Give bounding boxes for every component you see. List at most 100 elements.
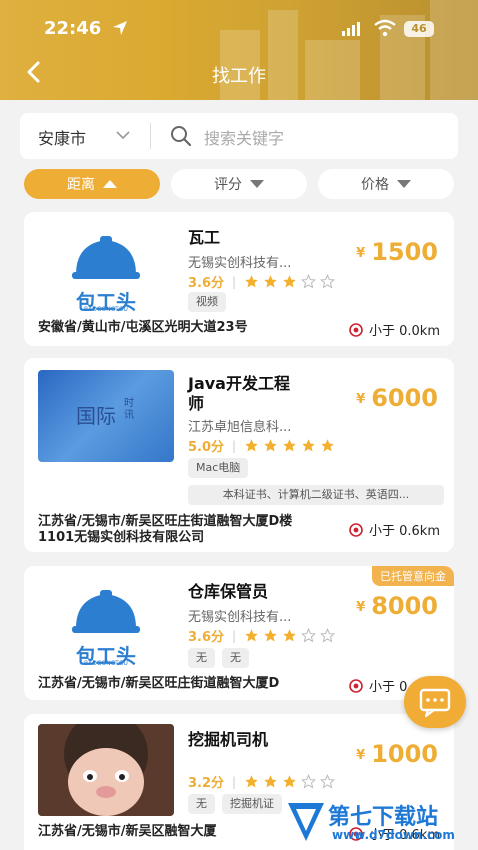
rating-score: 3.6分 bbox=[188, 630, 225, 645]
rating-score: 3.2分 bbox=[188, 776, 225, 791]
search-icon[interactable] bbox=[170, 125, 192, 147]
job-title: Java开发工程师 bbox=[188, 374, 290, 413]
separator: | bbox=[232, 438, 237, 453]
star-filled-icon bbox=[283, 775, 296, 788]
rating-score: 5.0分 bbox=[188, 440, 225, 455]
job-address: 江苏省/无锡市/新吴区旺庄街道融智大厦D楼1101无锡实创科技有限公司 bbox=[38, 514, 293, 545]
watermark-url: www.d7down.com bbox=[332, 828, 455, 842]
star-filled-icon bbox=[245, 439, 258, 452]
star-filled-icon bbox=[264, 775, 277, 788]
job-title: 瓦工 bbox=[188, 228, 221, 247]
salary-value: 8000 bbox=[371, 592, 438, 620]
job-card[interactable]: 已托管意向金 包工头 BAOGONGTOU 仓库保管员 无锡实创科技有... ¥… bbox=[24, 566, 454, 700]
separator: | bbox=[232, 628, 237, 643]
job-tag: 无 bbox=[222, 648, 249, 668]
star-filled-icon bbox=[321, 439, 334, 452]
chat-button[interactable] bbox=[404, 676, 466, 728]
star-filled-icon bbox=[302, 439, 315, 452]
salary-value: 6000 bbox=[371, 384, 438, 412]
salary: ¥1500 bbox=[356, 238, 438, 266]
company-logo: 国际 时讯 bbox=[38, 370, 174, 462]
escrow-badge: 已托管意向金 bbox=[372, 566, 454, 586]
job-title: 仓库保管员 bbox=[188, 582, 269, 601]
separator: | bbox=[232, 274, 237, 289]
rating-score: 3.6分 bbox=[188, 276, 225, 291]
job-title: 挖掘机司机 bbox=[188, 730, 269, 749]
location-pin-icon bbox=[349, 322, 363, 337]
star-empty-icon bbox=[320, 274, 336, 289]
company-logo: 包工头 BAOGONGTOU bbox=[38, 222, 174, 314]
sort-tab-label: 价格 bbox=[361, 177, 389, 193]
currency-symbol: ¥ bbox=[356, 600, 366, 615]
star-filled-icon bbox=[245, 275, 258, 288]
distance-info: 小于 0.0km bbox=[349, 320, 440, 339]
watermark: 第七下载站 www.d7down.com bbox=[284, 797, 474, 847]
wifi-icon bbox=[374, 19, 396, 37]
star-empty-icon bbox=[301, 274, 317, 289]
signal-icon bbox=[342, 22, 360, 36]
star-empty-icon bbox=[301, 774, 317, 789]
sort-tab-label: 评分 bbox=[214, 177, 242, 193]
currency-symbol: ¥ bbox=[356, 392, 366, 407]
sort-ascending-icon bbox=[103, 180, 117, 188]
location-arrow-icon bbox=[113, 21, 127, 35]
watermark-logo-icon bbox=[288, 803, 324, 841]
logo-text: 国际 bbox=[76, 404, 116, 428]
avatar-image bbox=[38, 724, 174, 816]
rating: 3.6分 | bbox=[188, 272, 336, 291]
star-empty-icon bbox=[320, 774, 336, 789]
star-filled-icon bbox=[264, 275, 277, 288]
logo-subtext: 时讯 bbox=[124, 398, 134, 421]
job-tag: 本科证书、计算机二级证书、英语四... bbox=[188, 485, 444, 505]
star-filled-icon bbox=[264, 629, 277, 642]
chat-icon bbox=[419, 688, 451, 718]
watermark-title: 第七下载站 bbox=[328, 805, 439, 830]
battery-indicator: 46 bbox=[404, 21, 434, 37]
star-filled-icon bbox=[245, 775, 258, 788]
company-name: 无锡实创科技有... bbox=[188, 610, 292, 625]
salary-value: 1000 bbox=[371, 740, 438, 768]
job-tag: Mac电脑 bbox=[188, 458, 249, 478]
star-filled-icon bbox=[264, 439, 277, 452]
distance-value: 小于 0.0km bbox=[369, 324, 440, 339]
page-title: 找工作 bbox=[212, 66, 266, 87]
job-tag: 无 bbox=[188, 648, 215, 668]
status-bar: 22:46 46 bbox=[0, 0, 478, 60]
status-time: 22:46 bbox=[44, 18, 102, 39]
location-pin-icon bbox=[349, 522, 363, 537]
company-logo: 包工头 BAOGONGTOU bbox=[38, 576, 174, 668]
rating: 3.2分 | bbox=[188, 772, 336, 791]
distance-value: 小于 0.6km bbox=[369, 524, 440, 539]
salary-value: 1500 bbox=[371, 238, 438, 266]
chevron-down-icon[interactable] bbox=[116, 130, 130, 140]
job-address: 江苏省/无锡市/新吴区旺庄街道融智大厦D bbox=[38, 676, 280, 691]
separator: | bbox=[232, 774, 237, 789]
sort-tab-label: 距离 bbox=[67, 177, 95, 193]
salary: ¥6000 bbox=[356, 384, 438, 412]
distance-info: 小于 0.6km bbox=[349, 520, 440, 539]
sort-tab-distance[interactable]: 距离 bbox=[24, 169, 160, 199]
sort-tab-rating[interactable]: 评分 bbox=[171, 169, 307, 199]
sort-dropdown-icon bbox=[250, 180, 264, 188]
sort-tab-price[interactable]: 价格 bbox=[318, 169, 454, 199]
job-card[interactable]: 包工头 BAOGONGTOU 瓦工 无锡实创科技有... ¥1500 3.6分 … bbox=[24, 212, 454, 346]
star-filled-icon bbox=[283, 439, 296, 452]
rating: 3.6分 | bbox=[188, 626, 336, 645]
city-selector[interactable]: 安康市 bbox=[38, 125, 86, 149]
company-name: 江苏卓旭信息科... bbox=[188, 420, 292, 435]
logo-subtext: BAOGONGTOU bbox=[84, 306, 128, 313]
job-address: 安徽省/黄山市/屯溪区光明大道23号 bbox=[38, 320, 248, 335]
location-pin-icon bbox=[349, 678, 363, 693]
salary: ¥8000 bbox=[356, 592, 438, 620]
job-tag: 无 bbox=[188, 794, 215, 814]
rating: 5.0分 | bbox=[188, 436, 335, 455]
job-tag: 挖掘机证 bbox=[222, 794, 282, 814]
sort-dropdown-icon bbox=[397, 180, 411, 188]
star-empty-icon bbox=[301, 628, 317, 643]
job-card[interactable]: 国际 时讯 Java开发工程师 江苏卓旭信息科... ¥6000 5.0分 | … bbox=[24, 358, 454, 552]
company-logo bbox=[38, 724, 174, 816]
logo-subtext: BAOGONGTOU bbox=[84, 660, 128, 667]
currency-symbol: ¥ bbox=[356, 246, 366, 261]
search-input[interactable]: 搜索关键字 bbox=[204, 125, 284, 149]
job-tag: 视频 bbox=[188, 292, 226, 312]
